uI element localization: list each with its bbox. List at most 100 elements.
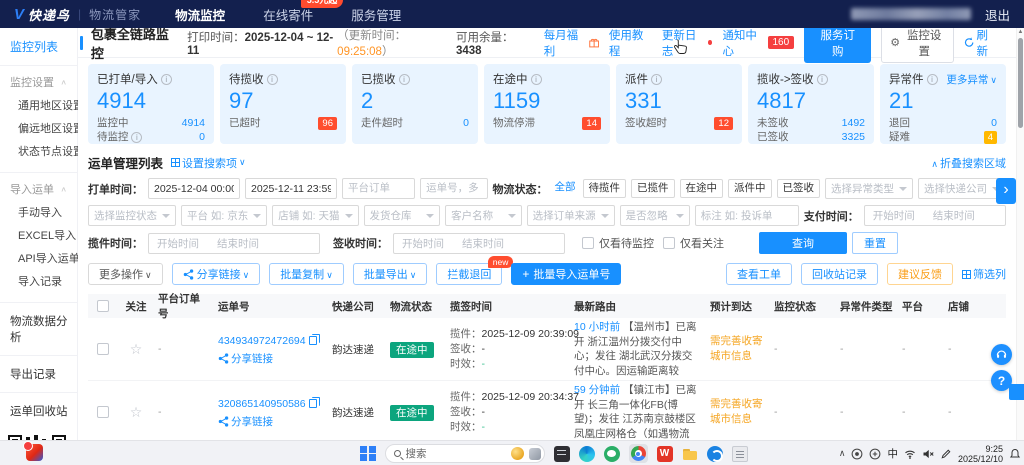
sidebar-item-status-node[interactable]: 状态节点设置 [10,136,84,159]
monitor-status-select[interactable]: 选择监控状态 [88,205,176,226]
kuaidiniao-logo[interactable]: V 快递鸟 | 物流管家 [14,5,141,24]
batch-export-button[interactable]: 批量导出 [352,263,428,285]
intercept-return-button[interactable]: 拦截退回 new [436,256,514,285]
sidebar-item-remote-region[interactable]: 偏远地区设置 [10,113,84,136]
stat-card-printed-imported[interactable]: 已打单/导入 4914 监控中4914 待监控 0 [88,64,214,144]
tray-hidden-icons-chevron[interactable]: ∧ [839,448,846,459]
platform-order-input[interactable] [342,178,416,199]
taskbar-app-edge-icon[interactable] [578,445,595,462]
taskbar-app-wechat-icon[interactable] [603,445,620,462]
taskbar-file-explorer-icon[interactable] [682,446,698,462]
sidebar-group-import-waybill[interactable]: 导入运单 ∧ [10,181,71,197]
shop-select[interactable]: 店铺 如: 天猫 [272,205,359,226]
sign-time-range[interactable]: 开始时间 结束时间 [393,232,565,254]
sidebar-item-excel-import[interactable]: EXCEL导入 [10,220,76,243]
more-operations-button[interactable]: 更多操作 [88,263,163,285]
only-pending-monitor-checkbox[interactable] [582,237,594,249]
nav-item-service-management[interactable]: 服务管理 [351,5,401,24]
stat-card-pending-pickup[interactable]: 待揽收 97 已超时96 [220,64,346,144]
search-highlight-icon[interactable] [528,447,541,460]
nav-item-logistics-monitor[interactable]: 物流监控 [175,5,225,24]
batch-copy-button[interactable]: 批量复制 [269,263,344,285]
platform-select[interactable]: 平台 如: 京东 [181,205,268,226]
notification-center-link[interactable]: 通知中心 160 [722,28,795,59]
sidebar-item-export-records[interactable]: 导出记录 [0,355,77,392]
scrollbar-up-arrow[interactable] [1017,28,1024,37]
customer-select[interactable]: 客户名称 [445,205,522,226]
filter-columns-link[interactable]: 筛选列 [962,266,1006,282]
status-filter-picked[interactable]: 已揽件 [631,179,675,198]
view-ticket-button[interactable]: 查看工单 [726,263,792,285]
refresh-button[interactable]: 刷新 [964,28,998,59]
ime-indicator[interactable]: 中 [887,446,898,461]
stat-card-delivering[interactable]: 派件 331 签收超时12 [616,64,742,144]
waybill-input[interactable] [420,178,488,199]
speaker-muted-icon[interactable] [922,448,934,460]
stat-card-picked-up[interactable]: 已揽收 2 走件超时0 [352,64,478,144]
recycle-records-button[interactable]: 回收站记录 [801,263,878,285]
abnormal-type-select[interactable]: 选择异常类型 [825,178,913,199]
ignore-select[interactable]: 是否忽略 [619,205,690,226]
copy-icon[interactable] [308,333,320,345]
configure-search-fields-link[interactable]: 设置搜索项 [171,155,246,171]
status-filter-transit[interactable]: 在途中 [679,179,723,198]
sidebar-item-waybill-recycle[interactable]: 运单回收站 [0,392,77,429]
more-abnormal-link[interactable]: 更多异常 [946,72,997,87]
vertical-scrollbar[interactable] [1016,28,1024,440]
stat-card-in-transit[interactable]: 在途中 1159 物流停滞14 [484,64,610,144]
row-checkbox[interactable] [97,343,109,355]
courier-select[interactable]: 选择快递公司 [918,178,1006,199]
tray-audio-icon[interactable] [869,448,881,460]
corner-widget-button[interactable] [1009,384,1024,400]
sidebar-item-data-analysis[interactable]: 物流数据分析 [0,303,77,355]
reset-button[interactable]: 重置 [852,232,898,254]
query-button[interactable]: 查询 [759,232,847,254]
pay-time-range[interactable]: 开始时间 结束时间 [863,205,1006,226]
feedback-button[interactable]: 建议反馈 [887,263,953,285]
changelog-link[interactable]: 更新日志 [662,28,713,59]
nav-item-online-shipping[interactable]: 在线寄件 5.5元起 [263,0,344,24]
stat-card-abnormal[interactable]: 异常件 更多异常 21 退回0 疑难4 [880,64,1006,144]
row-checkbox[interactable] [97,406,109,418]
row-share-link[interactable]: 分享链接 [218,414,324,429]
copy-icon[interactable] [308,396,320,408]
tutorial-link[interactable]: 使用教程 [609,28,652,59]
customer-service-button[interactable] [991,344,1012,365]
taskbar-app-terminal-icon[interactable] [553,445,570,462]
tag-input[interactable] [694,205,799,226]
logout-button[interactable]: 退出 [985,5,1010,24]
batch-import-waybill-button[interactable]: 批量导入运单号 [511,263,622,285]
print-start-input[interactable] [148,178,240,199]
wifi-icon[interactable] [904,448,916,460]
waybill-number-link[interactable]: 434934972472694 [218,333,324,349]
order-source-select[interactable]: 选择订单来源 [526,205,615,226]
monthly-gift-link[interactable]: 每月福利 [544,28,599,59]
notification-bell-icon[interactable] [1009,448,1021,460]
windows-start-button[interactable] [360,445,376,462]
next-page-arrow-button[interactable] [996,178,1016,204]
collapse-search-area-link[interactable]: 折叠搜索区域 [931,155,1006,171]
taskbar-app-notes-icon[interactable] [731,445,748,462]
search-highlight-coin-icon[interactable] [510,447,524,460]
taskbar-app-chrome-active[interactable] [628,444,648,463]
stat-card-pickup-to-sign[interactable]: 揽收->签收 4817 未签收1492 已签收3325 [748,64,874,144]
taskbar-app-browser-icon[interactable] [706,445,723,462]
status-filter-delivering[interactable]: 派件中 [728,179,772,198]
scrollbar-thumb[interactable] [1018,38,1023,128]
print-end-input[interactable] [245,178,337,199]
status-filter-all[interactable]: 全部 [552,179,578,198]
sidebar-item-general-region[interactable]: 通用地区设置 [10,90,84,113]
row-share-link[interactable]: 分享链接 [218,351,324,366]
status-filter-pending-pickup[interactable]: 待揽件 [582,179,626,198]
warehouse-select[interactable]: 发货仓库 [363,205,441,226]
only-followed-checkbox[interactable] [663,237,675,249]
sidebar-item-monitor-list[interactable]: 监控列表 [0,28,77,66]
status-filter-signed[interactable]: 已签收 [776,179,820,198]
pen-icon[interactable] [940,448,952,460]
sidebar-group-monitor-settings[interactable]: 监控设置 ∧ [10,74,71,90]
taskbar-pinned-app-icon[interactable] [23,441,43,461]
sidebar-item-api-import[interactable]: API导入运单 [10,243,80,266]
taskbar-app-wps-icon[interactable]: W [656,445,673,462]
follow-star-icon[interactable]: ☆ [130,341,143,357]
sidebar-item-import-records[interactable]: 导入记录 [10,266,71,289]
